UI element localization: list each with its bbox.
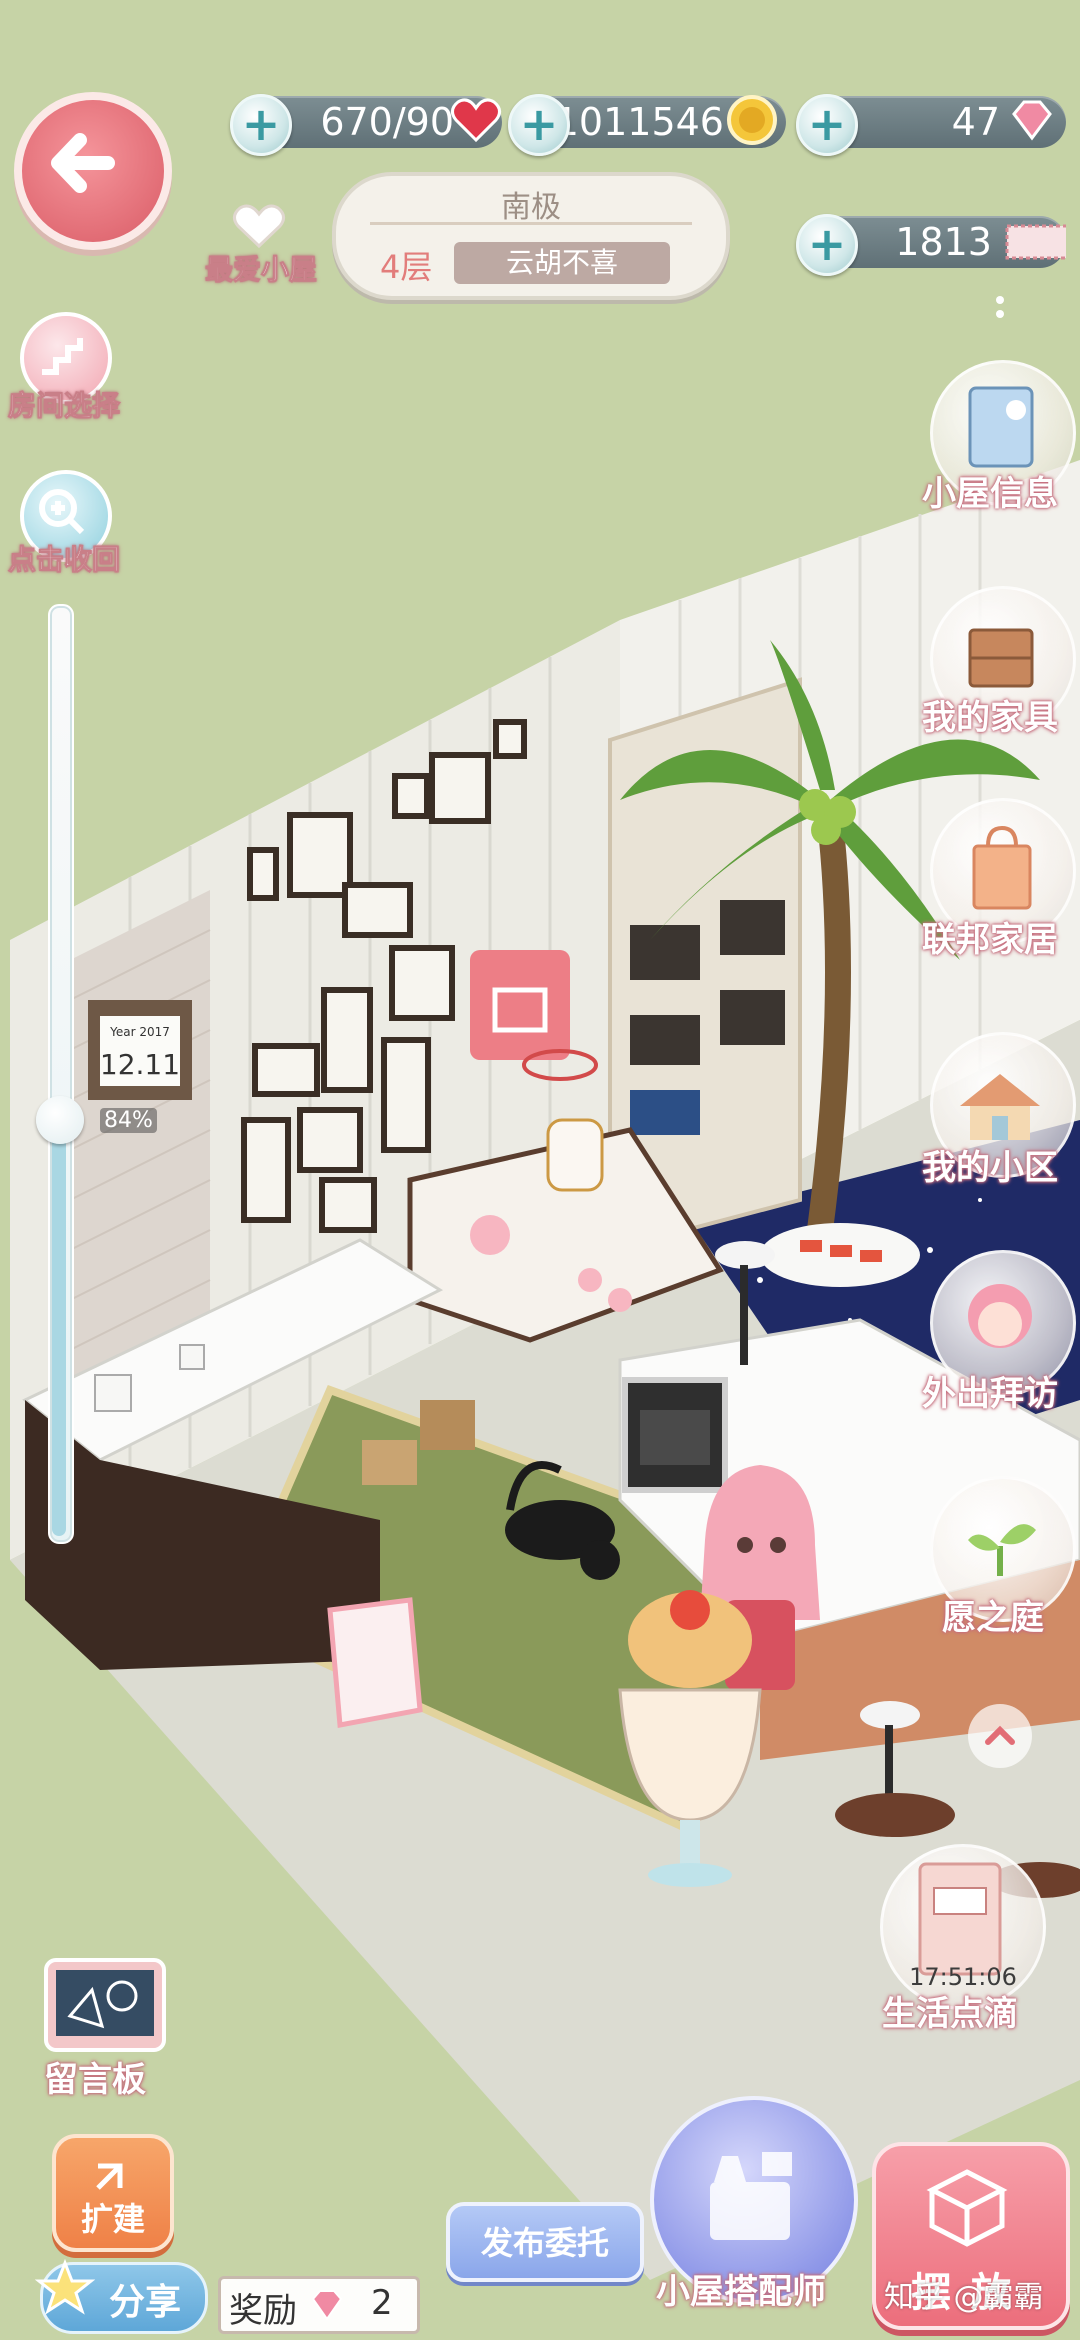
ticket-icon (1005, 224, 1066, 260)
add-stamina-button[interactable]: + (230, 94, 292, 156)
more-dots[interactable] (996, 296, 1004, 318)
coin-icon (727, 95, 777, 145)
zoom-label: 点击收回 (7, 543, 121, 577)
stylist-label: 小屋搭配师 (656, 2272, 826, 2312)
tickets-value: 1813 (895, 220, 992, 264)
reward-label: 奖励 (229, 2291, 297, 2331)
favorite-label: 最爱小屋 (204, 253, 318, 287)
share-label: 分享 (109, 2282, 182, 2323)
add-diamonds-button[interactable]: + (796, 94, 858, 156)
add-tickets-button[interactable]: + (796, 214, 858, 276)
basketball-board (470, 950, 570, 1060)
room-select-label: 房间选择 (7, 389, 121, 423)
stamina-value: 670/90 (320, 100, 454, 144)
add-coins-button[interactable]: + (508, 94, 570, 156)
diamond-icon (1012, 100, 1052, 141)
zoom-slider-handle[interactable] (36, 1096, 84, 1144)
cube-icon (926, 2169, 1008, 2247)
coins-value: 1011546 (554, 100, 724, 144)
share-button[interactable]: 分享 (35, 2259, 208, 2334)
room-tag[interactable]: 南极 4层 云胡不喜 (332, 172, 730, 300)
diamonds-value: 47 (951, 100, 1000, 144)
life-moments-label: 生活点滴 (882, 1994, 1018, 2034)
watermark: 知乎 @霸霸 (884, 2280, 1044, 2315)
chalkboard-icon (44, 1958, 166, 2052)
floor-label: 4层 (380, 248, 433, 286)
heart-outline-icon[interactable] (230, 200, 288, 252)
calendar-date: 12.11 (100, 1048, 180, 1081)
wish-garden-label: 愿之庭 (942, 1598, 1044, 1638)
zoom-slider-fill (52, 1120, 66, 1536)
visit-label: 外出拜访 (922, 1374, 1058, 1414)
message-board-button[interactable] (40, 1946, 170, 2056)
owner-name: 云胡不喜 (454, 242, 670, 284)
expand-button[interactable]: 扩建 (52, 2134, 174, 2252)
heart-icon (451, 98, 501, 143)
menu-sign (327, 1597, 423, 1728)
star-icon (35, 2259, 95, 2315)
zoom-level: 84% (100, 1108, 157, 1133)
house-info-label: 小屋信息 (922, 474, 1058, 514)
expand-label: 扩建 (80, 2200, 145, 2238)
chevron-up-icon (985, 1725, 1015, 1745)
reward-count: 2 (371, 2283, 393, 2323)
diamond-icon (311, 2290, 343, 2321)
my-community-label: 我的小区 (922, 1148, 1058, 1188)
calendar-year: Year 2017 (109, 1025, 170, 1039)
room-name: 南极 (501, 190, 561, 225)
post-commission-label: 发布委托 (480, 2224, 609, 2262)
federation-home-label: 联邦家居 (922, 920, 1058, 960)
divider (370, 222, 692, 225)
lucky-cat (546, 1118, 604, 1192)
arrow-left-icon (51, 133, 115, 193)
my-furniture-label: 我的家具 (922, 698, 1058, 738)
collapse-up-button[interactable] (968, 1704, 1032, 1768)
back-button[interactable] (14, 92, 172, 250)
post-commission-button[interactable]: 发布委托 (446, 2202, 644, 2282)
reward-box[interactable]: 奖励 2 (218, 2276, 420, 2334)
message-board-label: 留言板 (44, 2060, 146, 2100)
